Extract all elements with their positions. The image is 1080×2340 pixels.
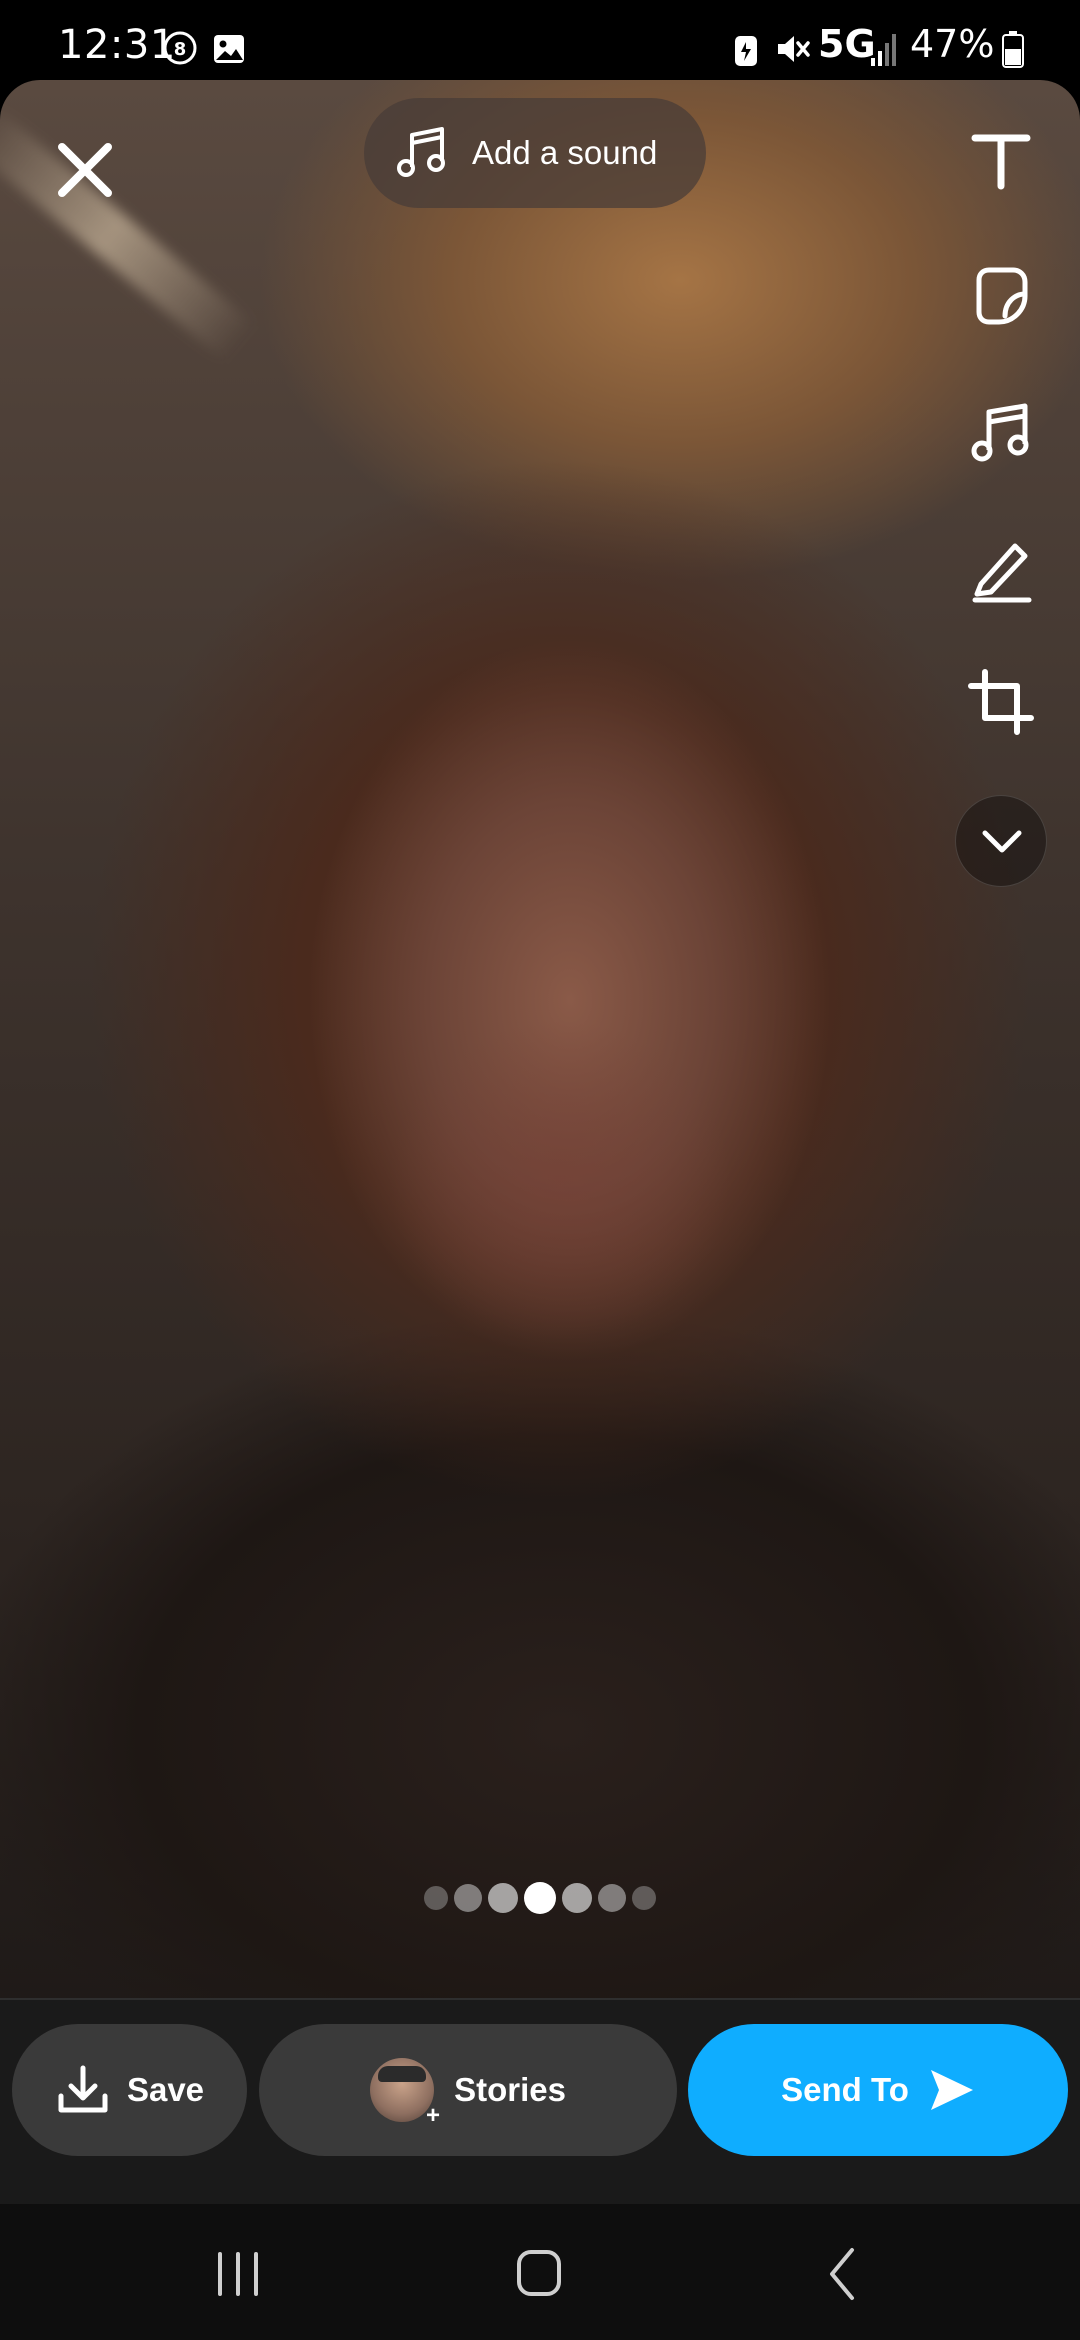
sticker-button[interactable] xyxy=(965,260,1037,332)
battery-icon xyxy=(1002,31,1024,68)
recents-button[interactable] xyxy=(198,2244,278,2304)
stories-label: Stories xyxy=(454,2071,566,2108)
home-icon xyxy=(517,2250,561,2296)
status-bar: 12:31 8 5G 47% xyxy=(0,0,1080,80)
avatar: + xyxy=(370,2058,440,2128)
home-button[interactable] xyxy=(499,2244,579,2304)
pencil-icon xyxy=(972,543,1032,603)
draw-button[interactable] xyxy=(965,532,1037,604)
save-label: Save xyxy=(126,2071,205,2108)
page-dot[interactable] xyxy=(632,1886,656,1910)
add-plus-icon: + xyxy=(426,2102,441,2129)
network-type: 5G xyxy=(818,22,876,66)
download-icon xyxy=(58,2065,108,2113)
music-button[interactable] xyxy=(965,396,1037,468)
page-dot[interactable] xyxy=(598,1884,626,1912)
battery-percent: 47% xyxy=(910,22,995,66)
page-indicator xyxy=(424,1882,656,1914)
text-tool-icon xyxy=(971,134,1031,190)
music-note-icon xyxy=(971,403,1029,462)
sticker-icon xyxy=(976,267,1028,325)
mute-icon xyxy=(778,36,810,62)
signal-icon xyxy=(871,34,896,66)
send-to-button[interactable]: Send To xyxy=(688,2024,1068,2156)
save-button[interactable]: Save xyxy=(12,2024,247,2156)
back-button[interactable] xyxy=(802,2244,882,2304)
background-light xyxy=(0,106,256,362)
page-dot[interactable] xyxy=(562,1883,592,1913)
send-to-label: Send To xyxy=(781,2071,909,2108)
text-tool-button[interactable] xyxy=(965,124,1037,196)
recents-icon xyxy=(218,2252,258,2296)
send-arrow-icon xyxy=(930,2070,973,2110)
notification-count-icon: 8 xyxy=(163,31,197,65)
chevron-down-icon xyxy=(982,830,1022,853)
snap-photo-preview[interactable] xyxy=(0,80,1080,1998)
page-dot-active[interactable] xyxy=(524,1882,556,1914)
stories-button[interactable]: + Stories xyxy=(259,2024,677,2156)
crop-icon xyxy=(968,669,1034,735)
music-note-icon xyxy=(397,127,445,177)
back-icon xyxy=(830,2248,854,2300)
page-dot[interactable] xyxy=(488,1883,518,1913)
close-icon xyxy=(58,143,112,197)
page-dot[interactable] xyxy=(454,1884,482,1912)
add-sound-button[interactable]: Add a sound xyxy=(364,98,706,208)
action-bar: Save + Stories Send To xyxy=(0,1998,1080,2204)
system-navigation-bar xyxy=(0,2204,1080,2340)
add-sound-label: Add a sound xyxy=(472,134,658,171)
svg-text:8: 8 xyxy=(174,39,187,60)
gallery-icon xyxy=(214,35,244,63)
crop-button[interactable] xyxy=(965,666,1037,738)
status-time: 12:31 xyxy=(58,22,176,68)
battery-saver-icon xyxy=(735,36,757,66)
close-button[interactable] xyxy=(50,135,120,205)
more-tools-button[interactable] xyxy=(955,795,1047,887)
page-dot[interactable] xyxy=(424,1886,448,1910)
